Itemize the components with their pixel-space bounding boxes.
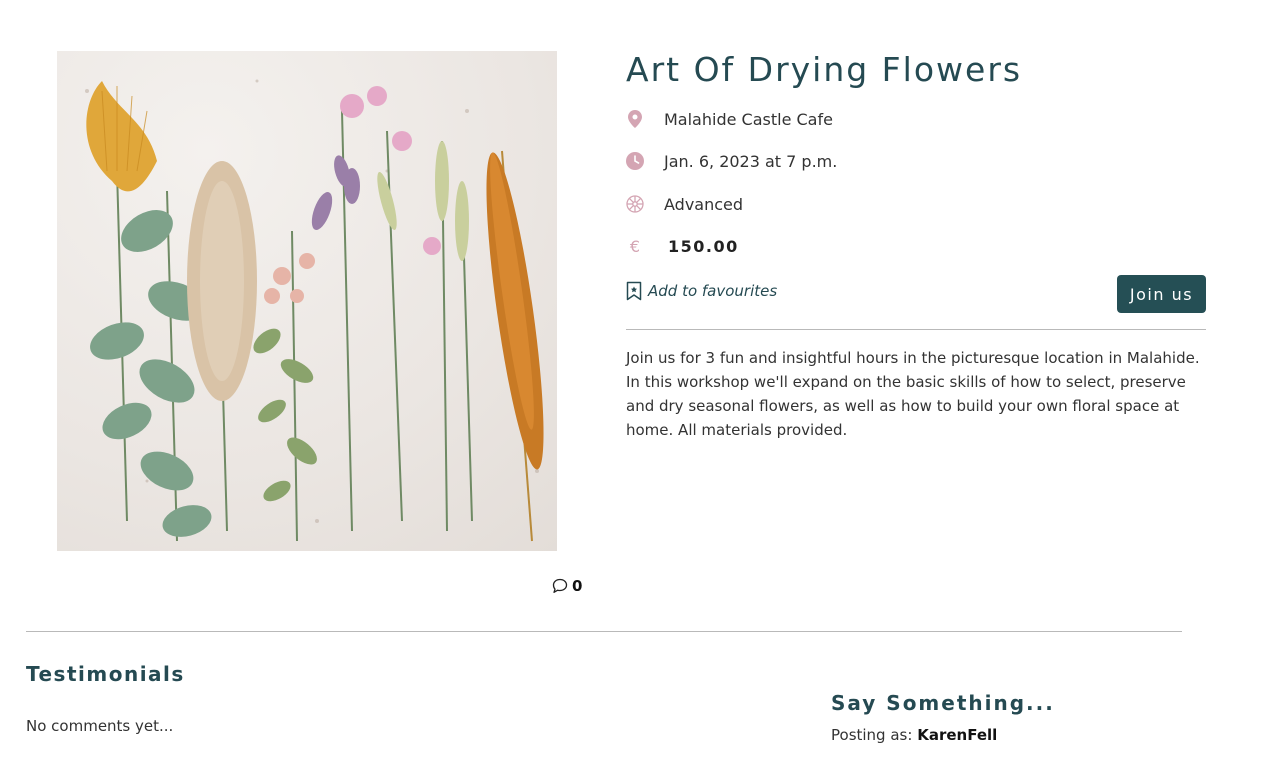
euro-icon: € bbox=[629, 236, 641, 256]
event-level: Advanced bbox=[664, 194, 744, 214]
join-us-button[interactable]: Join us bbox=[1117, 275, 1206, 313]
event-title: Art Of Drying Flowers bbox=[626, 50, 1023, 89]
dried-flowers-illustration bbox=[85, 79, 544, 542]
map-pin-icon bbox=[626, 110, 644, 128]
section-divider bbox=[26, 631, 1182, 632]
event-price: 150.00 bbox=[668, 236, 739, 256]
divider bbox=[626, 329, 1206, 330]
event-image bbox=[57, 51, 557, 551]
say-something-title: Say Something... bbox=[831, 691, 1055, 715]
event-price-row: € 150.00 bbox=[626, 234, 739, 258]
add-to-favourites-label: Add to favourites bbox=[648, 282, 778, 300]
bookmark-icon bbox=[626, 281, 642, 301]
clock-icon bbox=[626, 152, 644, 170]
posting-username: KarenFell bbox=[917, 726, 998, 744]
no-comments-text: No comments yet... bbox=[26, 717, 174, 735]
comments-count[interactable]: 0 bbox=[552, 577, 582, 595]
comment-count-value: 0 bbox=[572, 577, 583, 595]
add-to-favourites-link[interactable]: Add to favourites bbox=[626, 281, 777, 301]
event-level-row: Advanced bbox=[626, 192, 743, 216]
comment-bubble-icon bbox=[552, 578, 568, 594]
event-date-row: Jan. 6, 2023 at 7 p.m. bbox=[626, 149, 837, 173]
event-description: Join us for 3 fun and insightful hours i… bbox=[626, 349, 1200, 439]
flower-icon bbox=[626, 195, 644, 213]
event-location: Malahide Castle Cafe bbox=[664, 109, 833, 129]
event-date: Jan. 6, 2023 at 7 p.m. bbox=[664, 151, 838, 171]
posting-as: Posting as: KarenFell bbox=[831, 726, 997, 744]
event-location-row: Malahide Castle Cafe bbox=[626, 107, 833, 131]
testimonials-title: Testimonials bbox=[26, 662, 185, 686]
posting-as-label: Posting as: bbox=[831, 726, 913, 744]
